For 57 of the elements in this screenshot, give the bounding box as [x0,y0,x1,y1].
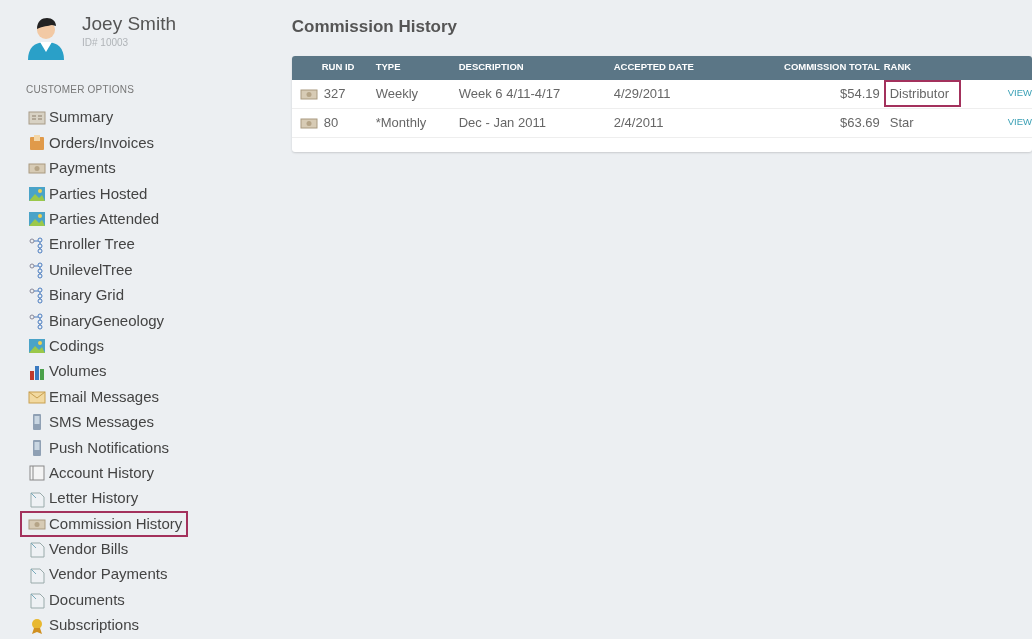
table-cell-text: 327 [323,84,346,103]
photo-icon [28,184,46,203]
photo-icon [28,210,46,229]
sidebar-item[interactable]: Vendor Bills [20,536,135,563]
tree-icon [28,261,46,280]
section-heading: CUSTOMER OPTIONS [26,83,136,97]
envelope-icon [28,388,46,406]
box-icon [28,134,46,153]
table-cell-text: 2/4/2011 [613,113,665,132]
document-icon [28,591,46,610]
tree-icon [28,311,46,330]
sidebar-item[interactable]: Binary Grid [20,282,131,309]
table-cell-text: *Monthly [375,113,428,132]
column-header: TYPE [375,60,402,75]
table-cell-text: Star [888,113,915,132]
sidebar-item[interactable]: Subscriptions [20,612,146,639]
sidebar-item[interactable]: UnilevelTree [20,257,139,283]
sidebar-item[interactable]: Codings [20,333,111,359]
sidebar-item[interactable]: Enroller Tree [20,231,141,258]
column-header: RANK [883,60,913,75]
sidebar-item[interactable]: Push Notifications [20,435,176,461]
photo-icon [28,337,46,356]
sidebar-item[interactable]: Parties Attended [20,206,166,232]
page-title: Commission History [291,16,459,38]
sidebar-item[interactable]: Payments [20,155,122,182]
sidebar-item[interactable]: Volumes [20,358,113,385]
tree-icon [28,235,46,254]
column-header: RUN ID [320,60,356,75]
column-header: DESCRIPTION [458,60,525,75]
sidebar-item[interactable]: SMS Messages [20,409,161,436]
sidebar-item[interactable]: BinaryGeneology [20,308,171,334]
sidebar-item[interactable]: Documents [20,587,131,613]
sidebar-item[interactable]: Commission History [20,511,189,537]
sidebar-item[interactable]: Parties Hosted [20,181,154,207]
table-cell-text: 4/29/2011 [613,84,672,103]
sidebar-item[interactable]: Account History [20,460,161,486]
table-cell-text: Week 6 4/11-4/17 [458,84,562,103]
sidebar-item[interactable]: Letter History [20,485,145,512]
sidebar-item[interactable]: Summary [20,105,120,131]
table-cell-text: 80 [323,113,339,132]
sidebar-item[interactable]: Orders/Invoices [20,130,161,156]
book-icon [28,464,46,483]
table-cell-text: $54.19 [838,84,881,103]
document-icon [28,565,46,584]
grid-icon [28,108,46,127]
sidebar-item[interactable]: Email Messages [20,384,166,410]
person-name: Joey Smith [82,14,176,35]
table-cell: Distributor [883,79,961,108]
column-header: ACCEPTED DATE [613,60,695,75]
document-icon [28,540,46,559]
document-icon [28,489,46,508]
table-cell-text: Dec - Jan 2011 [458,113,547,132]
table-cell-text: Weekly [375,84,420,103]
column-header: COMMISSION TOTAL [783,60,881,75]
tree-icon [28,286,46,305]
sidebar-item[interactable]: Vendor Payments [20,562,174,588]
table-cell-text: $63.69 [838,113,881,132]
